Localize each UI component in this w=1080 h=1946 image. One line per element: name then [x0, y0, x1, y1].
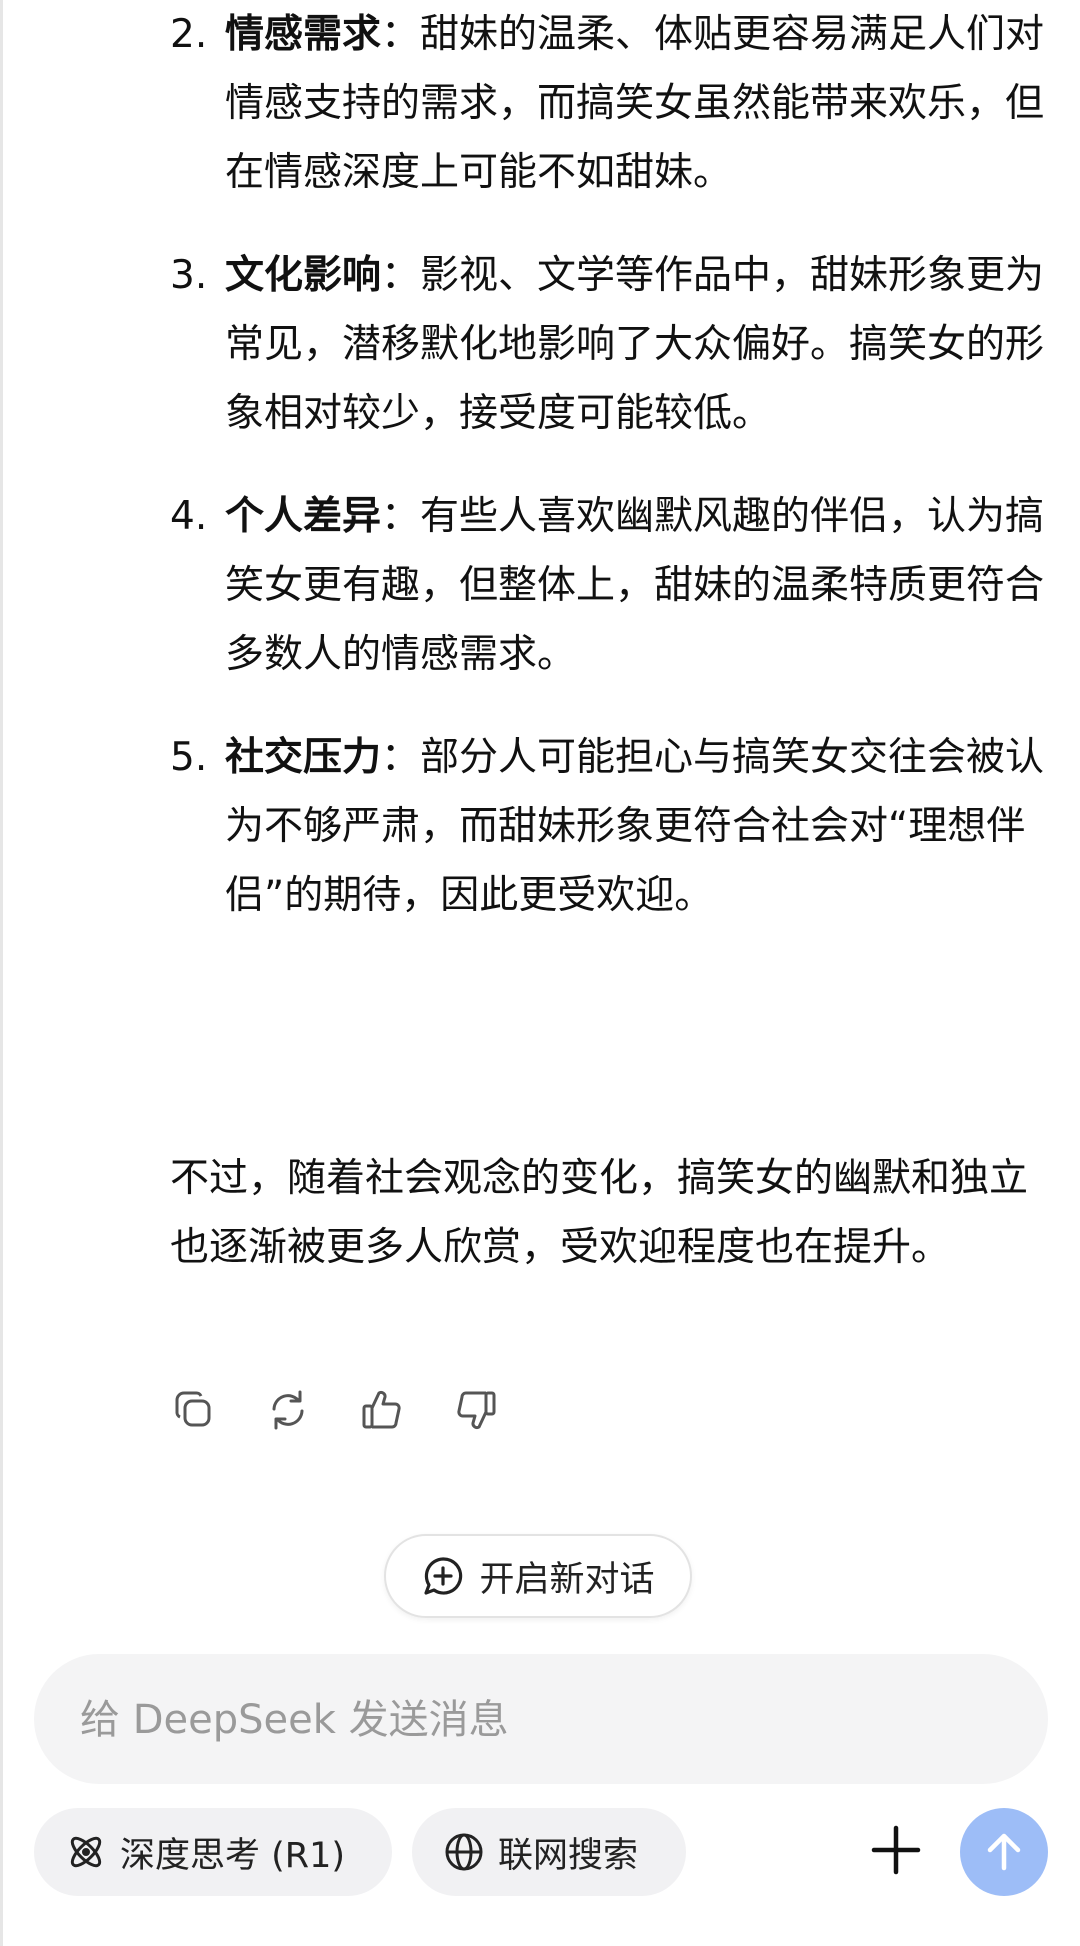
list-item: 3. 文化影响：影视、文学等作品中，甜妹形象更为常见，潜移默化地影响了大众偏好。…	[170, 241, 1050, 448]
thumbs-down-icon	[457, 1391, 496, 1430]
regenerate-button[interactable]	[264, 1386, 312, 1434]
regenerate-icon	[272, 1390, 304, 1430]
send-button[interactable]	[960, 1808, 1048, 1896]
globe-icon	[445, 1833, 483, 1871]
like-button[interactable]	[358, 1386, 406, 1434]
list-number: 2.	[170, 12, 208, 57]
list-term: 情感需求	[225, 12, 382, 57]
list-number: 5.	[170, 735, 208, 780]
list-separator: ：	[381, 12, 421, 57]
screen-edge-divider	[0, 0, 3, 1946]
web-search-label: 联网搜索	[498, 1835, 639, 1876]
message-input[interactable]	[78, 1654, 1002, 1786]
new-chat-button[interactable]: 开启新对话	[384, 1534, 692, 1618]
copy-button[interactable]	[170, 1386, 218, 1434]
list-item: 5. 社交压力：部分人可能担心与搞笑女交往会被认为不够严肃，而甜妹形象更符合社会…	[170, 723, 1050, 930]
deep-think-toggle[interactable]: 深度思考 (R1)	[34, 1808, 392, 1896]
thumbs-up-icon	[362, 1390, 401, 1429]
chat-plus-icon	[424, 1557, 463, 1595]
list-term: 文化影响	[225, 253, 382, 298]
deep-think-label: 深度思考 (R1)	[120, 1835, 346, 1876]
list-number: 3.	[170, 253, 208, 298]
dislike-button[interactable]	[452, 1386, 500, 1434]
list-separator: ：	[381, 735, 421, 780]
list-term: 社交压力	[225, 735, 382, 780]
list-number: 4.	[170, 494, 208, 539]
list-item: 4. 个人差异：有些人喜欢幽默风趣的伴侣，认为搞笑女更有趣，但整体上，甜妹的温柔…	[170, 482, 1050, 689]
list-separator: ：	[381, 494, 421, 539]
new-chat-label: 开启新对话	[479, 1559, 655, 1600]
copy-icon	[175, 1391, 211, 1427]
atom-icon	[70, 1836, 102, 1868]
list-term: 个人差异	[225, 494, 382, 539]
conclusion-paragraph: 不过，随着社会观念的变化，搞笑女的幽默和独立也逐渐被更多人欣赏，受欢迎程度也在提…	[170, 1156, 1029, 1270]
plus-icon	[871, 1825, 921, 1875]
chat-page: 2. 情感需求：甜妹的温柔、体贴更容易满足人们对情感支持的需求，而搞笑女虽然能带…	[0, 0, 1080, 1946]
list-item: 2. 情感需求：甜妹的温柔、体贴更容易满足人们对情感支持的需求，而搞笑女虽然能带…	[170, 0, 1050, 207]
arrow-up-icon	[987, 1833, 1021, 1871]
message-composer	[34, 1654, 1048, 1786]
web-search-toggle[interactable]: 联网搜索	[412, 1808, 686, 1896]
message-actions	[170, 1386, 500, 1442]
answer-list: 2. 情感需求：甜妹的温柔、体贴更容易满足人们对情感支持的需求，而搞笑女虽然能带…	[170, 0, 1050, 964]
list-separator: ：	[381, 253, 421, 298]
attach-button[interactable]	[866, 1820, 926, 1880]
